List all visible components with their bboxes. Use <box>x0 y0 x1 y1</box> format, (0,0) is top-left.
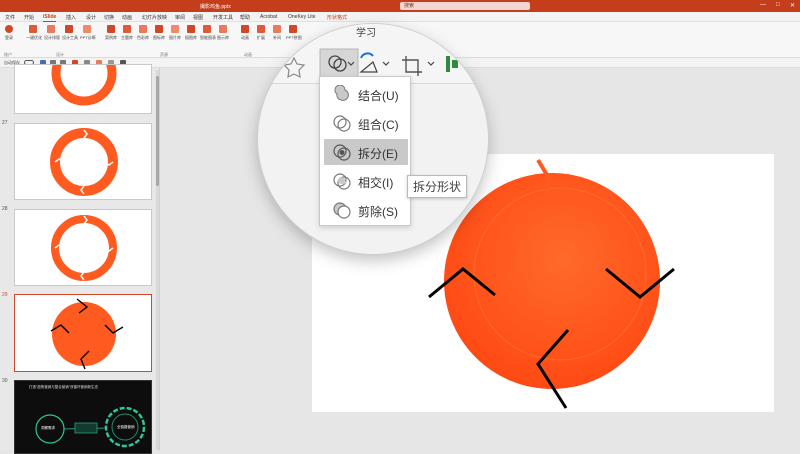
combine-icon <box>333 115 351 132</box>
menu-item-intersect[interactable]: 相交(I) <box>324 168 408 194</box>
smart-chart-button[interactable]: 智能图表 <box>200 22 216 41</box>
menu-item-subtract[interactable]: 剪除(S) <box>324 197 408 223</box>
icons-button[interactable]: 图标库 <box>152 22 166 41</box>
slide-number: 29 <box>2 292 8 298</box>
ring-shape <box>50 128 118 196</box>
slide-number: 28 <box>2 206 8 212</box>
menu-item-union[interactable]: 结合(U) <box>324 81 408 107</box>
intersect-icon <box>333 173 351 190</box>
rotate-icon <box>360 52 374 59</box>
tab-help[interactable]: 帮助 <box>240 14 250 21</box>
align-green-icon <box>446 56 450 72</box>
tab-animations[interactable]: 动画 <box>122 14 132 21</box>
tab-view[interactable]: 视图 <box>193 14 203 21</box>
title-bar: 撮影鸡鱼.pptx 搜索 — □ ✕ <box>0 0 800 12</box>
ring-shape <box>51 215 117 281</box>
diagnose-button[interactable]: PPT诊断 <box>80 22 96 41</box>
cases-button[interactable]: 案例库 <box>104 22 118 41</box>
circle-shape <box>50 298 124 370</box>
layout-button[interactable]: 设计排版 <box>44 22 60 41</box>
user-icon <box>5 25 13 33</box>
slide-thumb-28[interactable] <box>14 209 152 286</box>
subtract-icon <box>333 202 351 219</box>
maximize-icon[interactable]: □ <box>776 2 780 8</box>
tab-home[interactable]: 开始 <box>24 14 34 21</box>
crop-icon <box>402 56 422 76</box>
themes-button[interactable]: 主题库 <box>120 22 134 41</box>
magnified-ribbon-icons <box>282 48 458 80</box>
layout-icon <box>47 25 55 33</box>
slide-number: 30 <box>2 378 8 384</box>
tab-onekey[interactable]: OneKey Lite <box>288 14 316 20</box>
magnified-ribbon: 学习 <box>258 24 488 84</box>
colors-button[interactable]: 色彩库 <box>136 22 150 41</box>
slide-thumb-27[interactable] <box>14 123 152 200</box>
design-tools-button[interactable]: 设计工具 <box>62 22 78 41</box>
themes-icon <box>123 25 131 33</box>
image-icon <box>171 25 179 33</box>
slide30-graphic <box>35 406 146 448</box>
ring-shape <box>51 65 117 106</box>
diagram-icon <box>219 25 227 33</box>
tab-review[interactable]: 审阅 <box>175 14 185 21</box>
tab-insert[interactable]: 插入 <box>66 14 76 21</box>
fragment-icon <box>333 144 351 161</box>
images-button[interactable]: 图片库 <box>168 22 182 41</box>
tab-acrobat[interactable]: Acrobat <box>260 14 277 20</box>
illustration-icon <box>187 25 195 33</box>
tab-shape-format[interactable]: 形状格式 <box>327 14 347 21</box>
thumbnail-scrollbar[interactable] <box>156 70 159 450</box>
illustrations-button[interactable]: 插图库 <box>184 22 198 41</box>
slide-number: 27 <box>2 120 8 126</box>
search-box[interactable]: 搜索 <box>400 2 530 10</box>
login-button[interactable]: 登录 <box>2 22 16 41</box>
palette-icon <box>139 25 147 33</box>
menu-item-combine[interactable]: 组合(C) <box>324 110 408 136</box>
magnifier-callout: 学习 结合(U) 组合(C) 拆分(E) 相交(I) 剪除(S) <box>258 24 488 254</box>
diagnose-icon <box>83 25 91 33</box>
tab-design[interactable]: 设计 <box>86 14 96 21</box>
chart-icon <box>203 25 211 33</box>
menu-item-fragment[interactable]: 拆分(E) <box>324 139 408 165</box>
icons-icon <box>155 25 163 33</box>
slide-thumb-26[interactable] <box>14 64 152 114</box>
diagrams-button[interactable]: 图示库 <box>216 22 230 41</box>
animation-button[interactable]: 动画 <box>238 22 252 41</box>
merge-shapes-menu: 结合(U) 组合(C) 拆分(E) 相交(I) 剪除(S) <box>319 76 411 226</box>
tab-file[interactable]: 文件 <box>5 14 15 21</box>
minimize-icon[interactable]: — <box>760 2 766 8</box>
menu-bar: 文件 开始 iSlide 插入 设计 切换 动画 幻灯片放映 审阅 视图 开发工… <box>0 12 800 22</box>
star-icon <box>282 56 306 79</box>
slide-thumbnails-panel: 27 28 29 30 打造"趋势营销与整合营销"双循环营销新生态 洞察需求 全… <box>0 64 160 454</box>
tab-islide[interactable]: iSlide <box>43 14 57 22</box>
slide30-label-1: 洞察需求 <box>41 426 55 430</box>
tab-developer[interactable]: 开发工具 <box>213 14 233 21</box>
close-icon[interactable]: ✕ <box>790 2 795 9</box>
tools-icon <box>65 25 73 33</box>
tab-slideshow[interactable]: 幻灯片放映 <box>142 14 167 21</box>
animation-icon <box>241 25 249 33</box>
scrollbar-handle[interactable] <box>156 76 159 186</box>
union-icon <box>334 85 349 101</box>
cases-icon <box>107 25 115 33</box>
optimize-button[interactable]: 一键优化 <box>26 22 42 41</box>
slide-thumb-29[interactable] <box>14 294 152 372</box>
optimize-icon <box>29 25 37 33</box>
tooltip: 拆分形状 <box>407 175 468 198</box>
window-title: 撮影鸡鱼.pptx <box>200 4 231 10</box>
slide30-label-2: 全链路营销 <box>117 425 135 429</box>
slide-thumb-30[interactable]: 打造"趋势营销与整合营销"双循环营销新生态 洞察需求 全链路营销 <box>14 380 152 454</box>
tab-transitions[interactable]: 切换 <box>104 14 114 21</box>
